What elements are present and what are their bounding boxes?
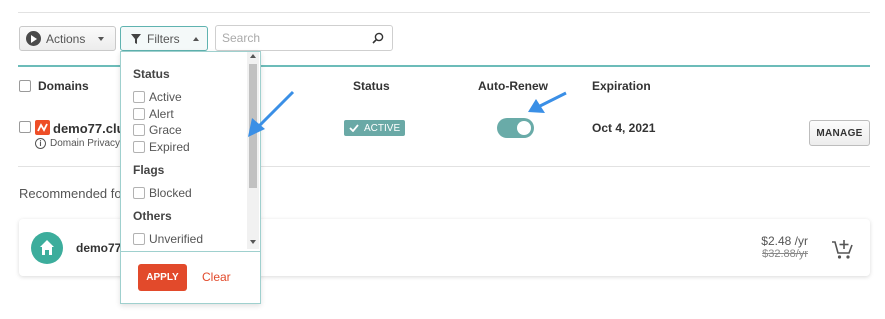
header-auto-renew[interactable]: Auto-Renew <box>478 79 548 93</box>
row-checkbox[interactable] <box>19 121 31 133</box>
filter-option-label: Alert <box>149 106 174 121</box>
filter-option-label: Unverified <box>149 231 204 246</box>
filter-option-label: Grace <box>149 122 182 137</box>
recommended-domain-name: demo77. <box>76 241 125 255</box>
club-logo-icon <box>35 120 50 135</box>
filter-section-status: Status <box>133 67 170 81</box>
select-all-checkbox[interactable] <box>19 80 31 92</box>
filter-checkbox[interactable] <box>133 123 145 136</box>
filter-checkbox[interactable] <box>133 107 145 120</box>
recommended-price: $2.48 /yr <box>761 234 808 248</box>
filter-option-label: Expired <box>149 139 190 154</box>
caret-up-icon <box>192 36 199 41</box>
check-icon <box>349 124 359 132</box>
search-box[interactable] <box>215 25 393 51</box>
expiration-date: Oct 4, 2021 <box>592 121 656 135</box>
domain-privacy-label: Domain Privacy <box>50 138 121 149</box>
clear-button[interactable]: Clear <box>202 270 231 284</box>
filters-button[interactable]: Filters <box>120 26 208 51</box>
play-circle-icon <box>26 31 41 46</box>
header-expiration[interactable]: Expiration <box>592 79 651 93</box>
filter-option-label: Blocked <box>149 185 192 200</box>
dropdown-footer-divider <box>121 251 260 252</box>
filter-option-blocked[interactable]: Blocked <box>133 185 192 200</box>
filter-checkbox[interactable] <box>133 186 145 199</box>
add-to-cart-icon[interactable] <box>831 238 855 260</box>
top-divider <box>18 12 870 13</box>
recommended-heading: Recommended fo <box>19 186 122 201</box>
filter-option-unverified[interactable]: Unverified <box>133 231 204 246</box>
filter-section-others: Others <box>133 209 172 223</box>
annotation-arrow-toggle <box>528 91 567 113</box>
filter-checkbox[interactable] <box>133 90 145 103</box>
filter-section-flags: Flags <box>133 163 165 177</box>
filter-option-label: Active <box>149 89 182 104</box>
info-icon: i <box>35 138 46 149</box>
apply-button[interactable]: APPLY <box>138 264 187 291</box>
header-status[interactable]: Status <box>353 79 390 93</box>
recommended-old-price: $32.88/yr <box>762 248 808 260</box>
manage-button[interactable]: MANAGE <box>809 120 870 146</box>
scroll-down-arrow-icon[interactable] <box>250 240 256 244</box>
header-domains[interactable]: Domains <box>38 79 89 93</box>
toggle-knob <box>517 121 531 135</box>
funnel-icon <box>131 33 141 44</box>
filter-option-grace[interactable]: Grace <box>133 122 182 137</box>
caret-down-icon <box>98 36 105 41</box>
actions-label: Actions <box>46 31 86 46</box>
actions-button[interactable]: Actions <box>19 26 116 51</box>
search-icon[interactable] <box>372 32 384 44</box>
search-input[interactable] <box>216 26 366 50</box>
scrollbar-thumb[interactable] <box>249 64 257 188</box>
home-icon <box>31 232 63 264</box>
filters-label: Filters <box>147 31 180 46</box>
status-badge: ACTIVE <box>344 120 405 136</box>
scroll-up-arrow-icon[interactable] <box>250 54 256 58</box>
filter-option-active[interactable]: Active <box>133 89 182 104</box>
filter-checkbox[interactable] <box>133 140 145 153</box>
filter-option-expired[interactable]: Expired <box>133 139 190 154</box>
filter-checkbox[interactable] <box>133 232 145 245</box>
status-badge-label: ACTIVE <box>364 122 401 134</box>
auto-renew-toggle[interactable] <box>497 118 534 138</box>
filter-option-alert[interactable]: Alert <box>133 106 174 121</box>
